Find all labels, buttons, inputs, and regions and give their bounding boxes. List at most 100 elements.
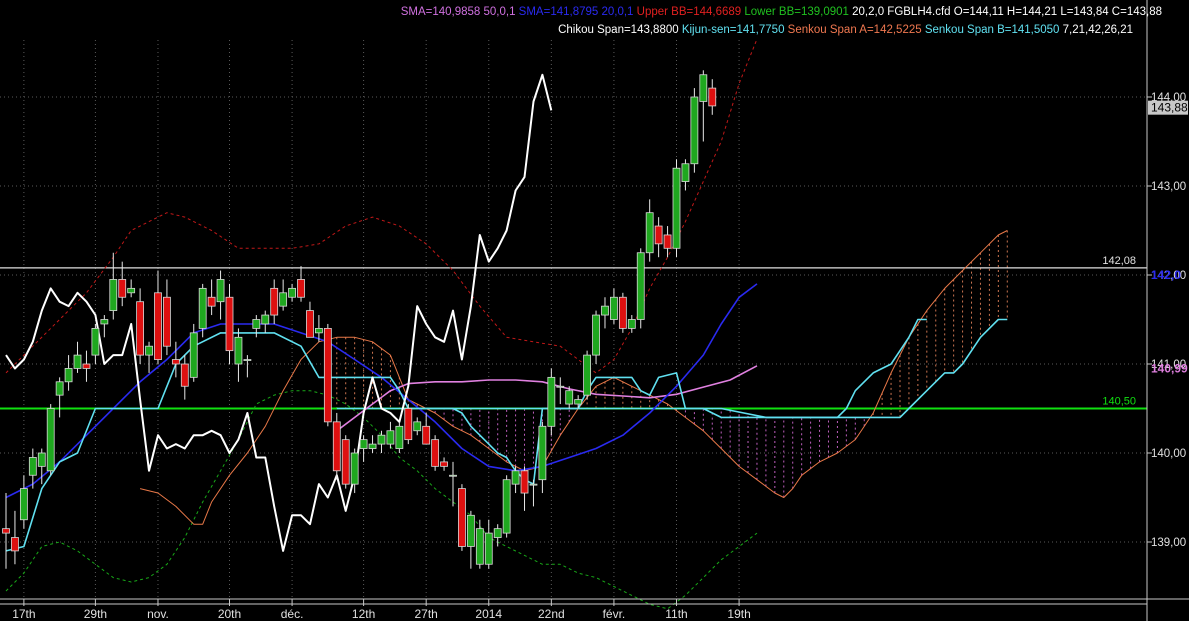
candle-body [171, 359, 180, 365]
legend-item: SMA=140,9858 50,0,1 [401, 6, 516, 18]
candle-body [466, 514, 475, 547]
candle-body [565, 390, 574, 405]
candle-body [538, 425, 547, 481]
candle-body [583, 354, 591, 396]
candle-body [28, 457, 37, 476]
legend-item: Kijun-sen=141,7750 [679, 24, 785, 36]
candle-body [699, 74, 708, 102]
value-marker: 142,0 [1151, 268, 1181, 282]
candle-body [37, 452, 46, 467]
x-tick-label: nov. [147, 607, 169, 621]
candle-body [610, 296, 618, 320]
legend-item: SMA=141,8795 20,0,1 [515, 6, 633, 18]
candle-body [511, 470, 520, 485]
candle-body [493, 528, 502, 538]
legend-item: Senkou Span A=142,5225 [784, 24, 921, 36]
candle-body [618, 296, 627, 329]
value-marker: 143,88 [1151, 101, 1188, 115]
x-tick-label: 17th [12, 607, 35, 621]
price-chart[interactable]: 142,08140,50 139,00140,00141,00142,00143… [0, 0, 1189, 621]
level-label: 140,50 [1102, 396, 1136, 408]
candle-body [216, 279, 225, 303]
candle-body [502, 479, 511, 534]
legend-item: 20,2,0 [849, 6, 884, 18]
candle-body [297, 279, 305, 298]
candle-body [189, 332, 198, 378]
x-tick-label: 27th [415, 607, 438, 621]
candle-body [377, 434, 386, 445]
x-tick-label: 29th [84, 607, 107, 621]
candle-body [64, 368, 73, 383]
x-tick-label: 20th [218, 607, 241, 621]
candle-body [145, 345, 153, 356]
x-tick-label: févr. [603, 607, 626, 621]
candle-body [475, 528, 484, 565]
legend-item: FGBLH4.cfd O=144,11 H=144,21 L=143,84 C=… [884, 6, 1162, 18]
legend-line-2: Chikou Span=143,8800 Kijun-sen=141,7750 … [558, 24, 1133, 36]
candle-body [306, 310, 314, 338]
y-tick-label: 139,00 [1151, 537, 1186, 549]
candle-body [520, 470, 529, 494]
candle-body [288, 287, 296, 298]
candle-body [386, 430, 395, 445]
candle-body [261, 314, 270, 325]
x-tick-label: 19th [727, 607, 750, 621]
candle-body [645, 212, 654, 254]
x-tick-label: 22nd [538, 607, 565, 621]
candle-body [252, 319, 261, 329]
candle-body [440, 461, 448, 467]
candle-body [180, 363, 189, 387]
candle-body [458, 488, 466, 547]
legend-item: Senkou Span B=141,5050 [922, 24, 1060, 36]
candle-body [19, 488, 28, 521]
candle-body [314, 327, 323, 334]
legend-item: Chikou Span=143,8800 [558, 24, 679, 36]
candle-body [708, 87, 717, 107]
y-tick-label: 140,00 [1151, 448, 1186, 460]
candle-body [690, 96, 699, 165]
legend-item: Upper BB=144,6689 [633, 6, 741, 18]
candle-body [556, 385, 565, 388]
candle-body [109, 279, 118, 312]
candle-body [279, 292, 288, 307]
candle-body [422, 425, 431, 445]
candle-body [91, 327, 100, 356]
candle-body [11, 537, 19, 552]
candle-body [395, 425, 404, 449]
candle-body [2, 528, 10, 534]
candle-body [207, 296, 216, 307]
candle-body [547, 376, 556, 427]
candle-body [270, 287, 279, 316]
candle-body [100, 319, 109, 325]
candle-body [484, 532, 493, 565]
value-marker: 140,99 [1151, 361, 1188, 375]
candle-body [350, 452, 359, 485]
candle-body [574, 399, 583, 405]
candle-body [592, 314, 600, 356]
legend-item: 7,21,42,26,21 [1059, 24, 1133, 36]
x-tick-label: 12th [352, 607, 375, 621]
x-tick-label: 2014 [475, 607, 502, 621]
candle-body [136, 301, 145, 356]
candle-body [672, 167, 681, 249]
chart-background [0, 0, 1189, 621]
candle-body [404, 408, 413, 441]
candle-body [627, 319, 636, 329]
legend-line-1: SMA=140,9858 50,0,1 SMA=141,8795 20,0,1 … [401, 6, 1162, 18]
candle-body [225, 296, 234, 352]
candle-body [323, 327, 332, 423]
candle-body [332, 421, 341, 472]
candle-body [118, 279, 127, 298]
candle-body [431, 439, 440, 467]
candle-body [154, 292, 162, 360]
candle-body [368, 443, 377, 449]
candle-body [243, 359, 252, 361]
candle-body [654, 225, 663, 245]
candle-body [359, 439, 368, 449]
x-tick-label: 11th [665, 607, 687, 621]
legend-item: Lower BB=139,0901 [741, 6, 849, 18]
candle-body [73, 354, 82, 369]
candle-body [55, 381, 64, 396]
level-label: 142,08 [1102, 255, 1136, 267]
candle-body [681, 163, 690, 182]
